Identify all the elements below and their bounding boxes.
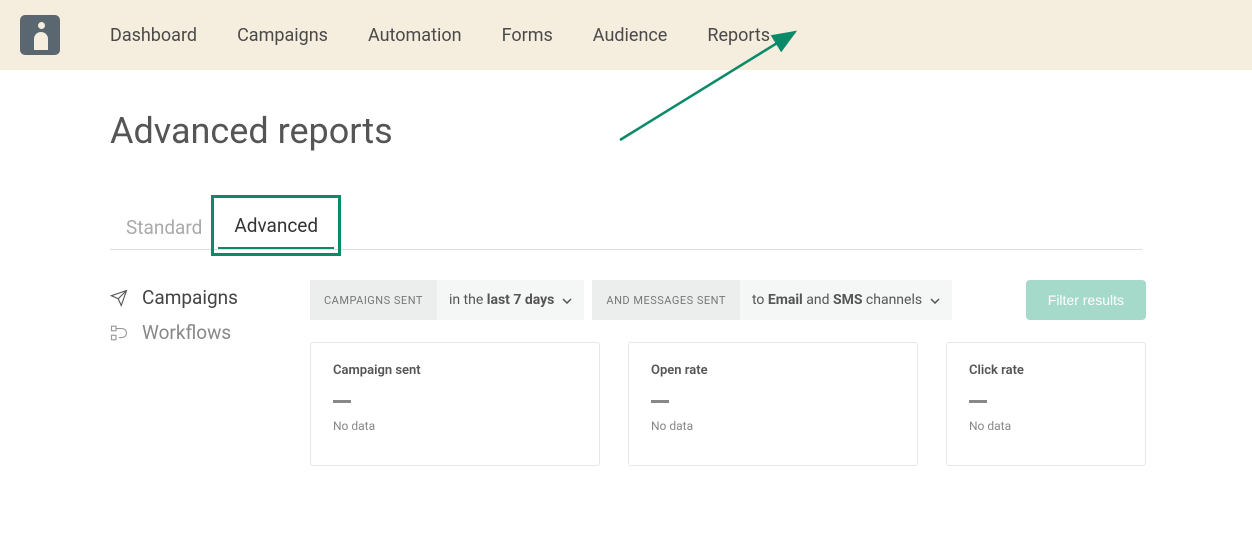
page-title: Advanced reports xyxy=(110,110,1142,152)
filter-results-button[interactable]: Filter results xyxy=(1026,280,1146,320)
nav-reports[interactable]: Reports xyxy=(707,25,770,46)
card-nodata-label: No data xyxy=(333,419,577,433)
filter-label-messages-sent: AND MESSAGES SENT xyxy=(592,280,740,320)
card-nodata-label: No data xyxy=(969,419,1123,433)
nav-dashboard[interactable]: Dashboard xyxy=(110,25,197,46)
metric-cards: Campaign sent No data Open rate No data … xyxy=(310,342,1146,466)
card-title: Open rate xyxy=(651,363,895,378)
filter-channels[interactable]: to Email and SMS channels xyxy=(740,280,952,320)
card-click-rate: Click rate No data xyxy=(946,342,1146,466)
content-row: Campaigns Workflows CAMPAIGNS SENT in th… xyxy=(110,280,1142,466)
card-open-rate: Open rate No data xyxy=(628,342,918,466)
report-tabs: Standard Advanced xyxy=(110,202,1142,250)
card-campaign-sent: Campaign sent No data xyxy=(310,342,600,466)
card-title: Click rate xyxy=(969,363,1123,378)
page-body: Advanced reports Standard Advanced Campa… xyxy=(0,70,1252,466)
main-column: CAMPAIGNS SENT in the last 7 days AND ME… xyxy=(310,280,1146,466)
sidebar-item-campaigns[interactable]: Campaigns xyxy=(110,280,280,315)
main-nav: Dashboard Campaigns Automation Forms Aud… xyxy=(110,25,770,46)
chevron-down-icon xyxy=(930,292,940,308)
report-sidebar: Campaigns Workflows xyxy=(110,280,280,466)
sidebar-item-label: Workflows xyxy=(142,321,231,344)
tab-standard[interactable]: Standard xyxy=(110,204,218,249)
filter-date-range[interactable]: in the last 7 days xyxy=(437,280,584,320)
filter-value-text: to Email and SMS channels xyxy=(752,292,922,308)
card-value-placeholder xyxy=(651,400,669,403)
sidebar-item-label: Campaigns xyxy=(142,286,238,309)
app-logo[interactable] xyxy=(20,15,60,55)
nav-forms[interactable]: Forms xyxy=(502,25,553,46)
topbar: Dashboard Campaigns Automation Forms Aud… xyxy=(0,0,1252,70)
card-value-placeholder xyxy=(969,400,987,403)
filter-label-campaigns-sent: CAMPAIGNS SENT xyxy=(310,280,437,320)
chevron-down-icon xyxy=(562,292,572,308)
sidebar-item-workflows[interactable]: Workflows xyxy=(110,315,280,350)
paper-plane-icon xyxy=(110,289,128,307)
card-title: Campaign sent xyxy=(333,363,577,378)
nav-campaigns[interactable]: Campaigns xyxy=(237,25,328,46)
card-nodata-label: No data xyxy=(651,419,895,433)
filter-bar: CAMPAIGNS SENT in the last 7 days AND ME… xyxy=(310,280,1146,320)
workflow-icon xyxy=(110,324,128,342)
tab-advanced[interactable]: Advanced xyxy=(218,202,334,249)
card-value-placeholder xyxy=(333,400,351,403)
filter-value-text: in the last 7 days xyxy=(449,292,554,308)
nav-automation[interactable]: Automation xyxy=(368,25,462,46)
nav-audience[interactable]: Audience xyxy=(593,25,668,46)
